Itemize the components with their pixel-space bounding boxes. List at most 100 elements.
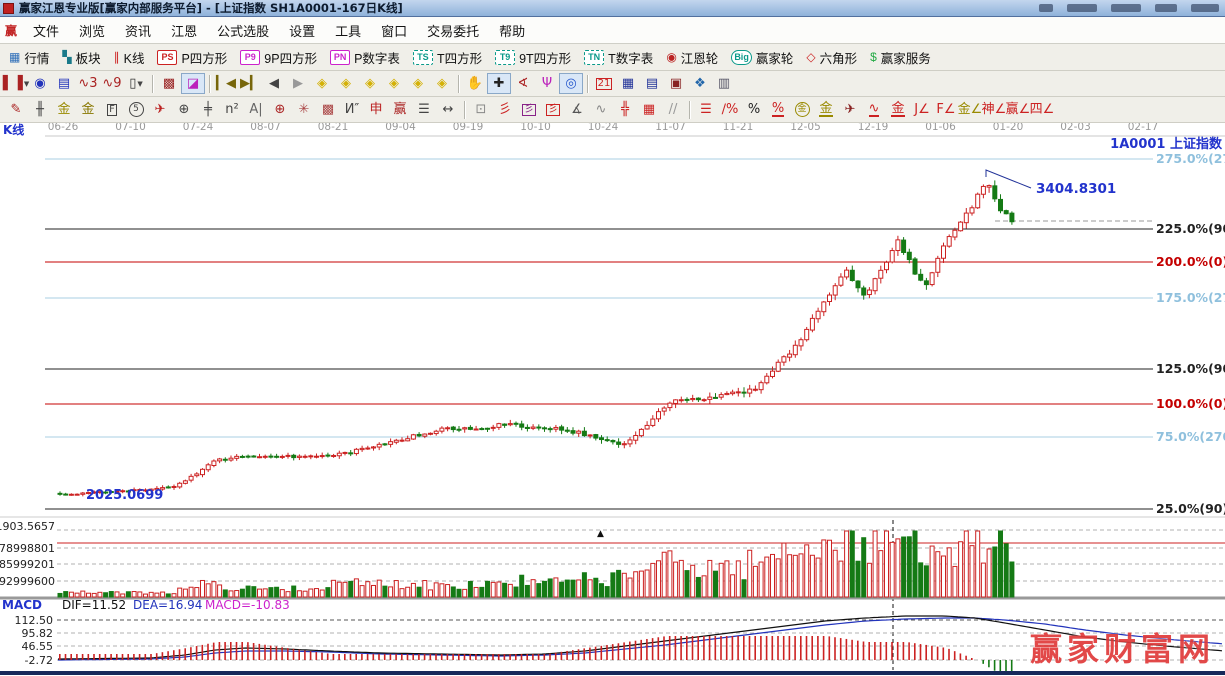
fan-box2-icon[interactable]: 彡 <box>541 99 565 120</box>
p9-square-button[interactable]: P9 9P四方形 <box>234 46 323 69</box>
notes-icon[interactable]: ▤ <box>640 73 664 94</box>
win-grid-icon[interactable]: 赢 <box>388 99 412 120</box>
window-control-button[interactable] <box>1111 4 1141 12</box>
color-chart-icon[interactable]: ◪ <box>181 73 205 94</box>
kline-button[interactable]: ∥ K线 <box>108 46 151 69</box>
window-control-button[interactable] <box>1067 4 1097 12</box>
range-icon[interactable]: ↔ <box>436 99 460 120</box>
angle-measure-icon[interactable]: ∢ <box>511 73 535 94</box>
kline-chart[interactable]: 06-26 07-10 07-24 08-07 08-21 09-04 09-19 10-10… <box>0 123 1225 671</box>
percent-icon[interactable]: % <box>742 99 766 120</box>
red-grid-icon[interactable]: ╬ <box>613 99 637 120</box>
menu-item-文件[interactable]: 文件 <box>23 18 69 43</box>
window-control-button[interactable] <box>1155 4 1177 12</box>
fan-box-icon[interactable]: 彡 <box>517 99 541 120</box>
n2-icon[interactable]: n² <box>220 99 244 120</box>
chart-area[interactable]: 06-26 07-10 07-24 08-07 08-21 09-04 09-19 10-10… <box>0 123 1225 671</box>
quotes-button[interactable]: ▦ 行情 <box>3 46 55 69</box>
j-angle-icon[interactable]: J∠ <box>910 99 934 120</box>
diamond-left-icon[interactable]: ◈ <box>310 73 334 94</box>
gold-grid-icon[interactable]: 金 <box>52 99 76 120</box>
t-square-button[interactable]: TS T四方形 <box>407 46 488 69</box>
menu-item-工具[interactable]: 工具 <box>325 18 371 43</box>
diamond-shrink-icon[interactable]: ◈ <box>382 73 406 94</box>
p-number-button[interactable]: PN P数字表 <box>324 46 406 69</box>
menu-item-交易委托[interactable]: 交易委托 <box>417 18 489 43</box>
four-angle-icon[interactable]: 四∠ <box>1030 99 1055 120</box>
winner-wheel-button[interactable]: Big 赢家轮 <box>725 46 799 69</box>
rocket-icon[interactable]: ✈ <box>148 99 172 120</box>
crosshair-icon[interactable]: ✚ <box>487 73 511 94</box>
remote-icon[interactable]: ▥ <box>712 73 736 94</box>
menu-item-窗口[interactable]: 窗口 <box>371 18 417 43</box>
levels-icon[interactable]: ☰ <box>694 99 718 120</box>
gold-ul-icon[interactable]: 金 <box>886 99 910 120</box>
network-icon[interactable]: ❖ <box>688 73 712 94</box>
wave9-icon[interactable]: ∿9 <box>100 73 124 94</box>
t9-square-button[interactable]: T9 9T四方形 <box>489 46 577 69</box>
target-icon[interactable]: ⊕ <box>268 99 292 120</box>
spiral5-icon[interactable]: 5 <box>124 99 148 120</box>
diamond-down-icon[interactable]: ◈ <box>430 73 454 94</box>
compass-icon[interactable]: ⊕ <box>172 99 196 120</box>
prev-page-icon[interactable]: ◀ <box>262 73 286 94</box>
star-icon[interactable]: ✳ <box>292 99 316 120</box>
grid-star-icon[interactable]: ▩ <box>316 99 340 120</box>
lines-icon[interactable]: // <box>661 99 685 120</box>
square-draw-icon[interactable]: ⊡ <box>469 99 493 120</box>
sectors-button[interactable]: ▚ 板块 <box>56 46 106 69</box>
first-page-icon[interactable]: ▎◀ <box>214 73 238 94</box>
calendar-icon[interactable]: 21 <box>592 73 616 94</box>
f-grid-icon[interactable]: F <box>100 99 124 120</box>
shen-angle-icon[interactable]: 神∠ <box>982 99 1007 120</box>
menu-item-设置[interactable]: 设置 <box>279 18 325 43</box>
shen-grid-icon[interactable]: 申 <box>364 99 388 120</box>
gold-angle-icon[interactable]: 金∠ <box>958 99 983 120</box>
wave-mark-icon[interactable]: И″ <box>340 99 364 120</box>
menu-item-浏览[interactable]: 浏览 <box>69 18 115 43</box>
red-grid2-icon[interactable]: ▦ <box>637 99 661 120</box>
pattern-icon[interactable]: ▩ <box>157 73 181 94</box>
av-wave-icon[interactable]: ∿ <box>862 99 886 120</box>
percent-x-icon[interactable]: ∕% <box>718 99 742 120</box>
grid-tool-icon[interactable]: ╫ <box>28 99 52 120</box>
menu-item-公式选股[interactable]: 公式选股 <box>207 18 279 43</box>
candle-style-icon[interactable]: ▯ ▼ <box>124 73 148 94</box>
save-icon[interactable]: ▣ <box>664 73 688 94</box>
hand-icon[interactable]: ✋ <box>463 73 487 94</box>
f-angle-icon[interactable]: F∠ <box>934 99 958 120</box>
kline-style-icon[interactable]: ▌▐ ▼ <box>3 73 29 94</box>
winner-service-button[interactable]: $ 赢家服务 <box>864 46 937 69</box>
window-control-button[interactable] <box>1039 4 1053 12</box>
diamond-up-icon[interactable]: ◈ <box>406 73 430 94</box>
menu-item-江恩[interactable]: 江恩 <box>161 18 207 43</box>
gold-circle-icon[interactable]: 金 <box>790 99 814 120</box>
gann-anchor-icon[interactable]: Ψ <box>535 73 559 94</box>
p-square-button[interactable]: PS P四方形 <box>151 46 233 69</box>
percent-line-icon[interactable]: % <box>766 99 790 120</box>
menu-item-资讯[interactable]: 资讯 <box>115 18 161 43</box>
ruler-icon[interactable]: ☰ <box>412 99 436 120</box>
diamond-expand-icon[interactable]: ◈ <box>358 73 382 94</box>
menu-item-帮助[interactable]: 帮助 <box>489 18 535 43</box>
next-page-icon[interactable]: ▶ <box>286 73 310 94</box>
hash-grid-icon[interactable]: ╪ <box>196 99 220 120</box>
window-control-button[interactable] <box>1191 4 1219 12</box>
hexagon-button[interactable]: ◇ 六角形 <box>800 46 863 69</box>
market-web-icon[interactable]: ◉ <box>28 73 52 94</box>
measure-rocket-icon[interactable]: ✈ <box>838 99 862 120</box>
diamond-right-icon[interactable]: ◈ <box>334 73 358 94</box>
wave3-icon[interactable]: ∿3 <box>76 73 100 94</box>
a-line-icon[interactable]: A| <box>244 99 268 120</box>
gann-wheel-button[interactable]: ◉ 江恩轮 <box>660 46 724 69</box>
angle-rays-icon[interactable]: ∡ <box>565 99 589 120</box>
gold-line-icon[interactable]: 金 <box>814 99 838 120</box>
last-page-icon[interactable]: ▶▎ <box>238 73 262 94</box>
info-doc-icon[interactable]: ▤ <box>52 73 76 94</box>
draw-pencil-icon[interactable]: ✎ <box>4 99 28 120</box>
calculator-icon[interactable]: ▦ <box>616 73 640 94</box>
zigzag-icon[interactable]: ∿ <box>589 99 613 120</box>
win-angle-icon[interactable]: 赢∠ <box>1006 99 1031 120</box>
fan-icon[interactable]: 彡 <box>493 99 517 120</box>
gold-grid2-icon[interactable]: 金 <box>76 99 100 120</box>
